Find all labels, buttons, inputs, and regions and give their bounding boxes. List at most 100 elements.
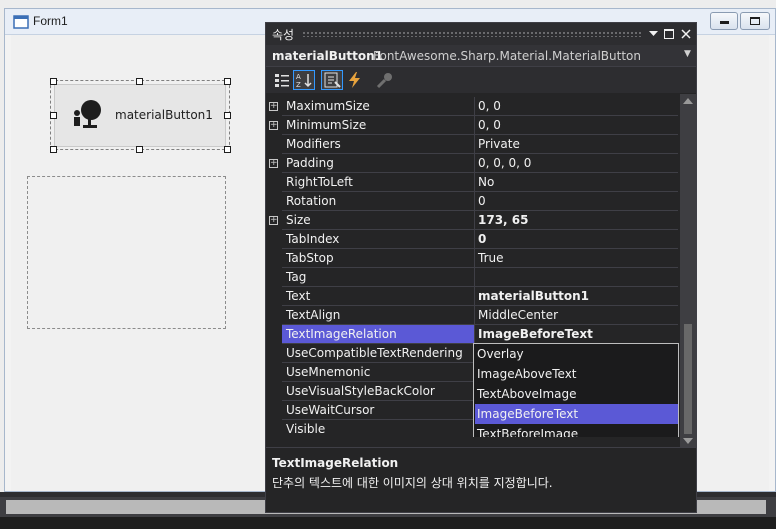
form1-title: Form1 bbox=[33, 14, 68, 28]
object-selector[interactable]: materialButton1 FontAwesome.Sharp.Materi… bbox=[266, 45, 696, 67]
maximize-button[interactable] bbox=[662, 26, 676, 42]
property-name[interactable]: Rotation bbox=[282, 192, 474, 211]
property-value[interactable]: 0 bbox=[474, 192, 678, 211]
property-name[interactable]: MaximumSize bbox=[282, 97, 474, 116]
property-value[interactable]: materialButton1 bbox=[474, 287, 678, 306]
property-row[interactable]: RightToLeft No bbox=[266, 173, 678, 192]
property-row[interactable]: + MinimumSize 0, 0 bbox=[266, 116, 678, 135]
property-value-text: True bbox=[478, 251, 504, 265]
property-value[interactable]: Private bbox=[474, 135, 678, 154]
property-name[interactable]: TextAlign bbox=[282, 306, 474, 325]
dropdown-option[interactable]: ImageBeforeText bbox=[475, 404, 678, 424]
property-row[interactable]: TabStop True bbox=[266, 249, 678, 268]
property-value[interactable]: MiddleCenter bbox=[474, 306, 678, 325]
row-gutter bbox=[266, 249, 282, 268]
drag-grip[interactable] bbox=[302, 31, 642, 37]
scroll-up-arrow-icon[interactable] bbox=[683, 98, 693, 104]
properties-button[interactable] bbox=[321, 70, 343, 90]
resize-grip-e[interactable] bbox=[224, 112, 231, 119]
resize-grip-s[interactable] bbox=[136, 146, 143, 153]
property-name[interactable]: Tag bbox=[282, 268, 474, 287]
property-grid[interactable]: + MaximumSize 0, 0 + MinimumSize 0, 0 Modifier… bbox=[266, 94, 680, 437]
property-value-text: 173, 65 bbox=[478, 213, 529, 227]
panel-control[interactable] bbox=[27, 176, 226, 329]
resize-grip-w[interactable] bbox=[50, 112, 57, 119]
chevron-down-icon[interactable]: ▼ bbox=[684, 49, 691, 59]
property-name[interactable]: UseVisualStyleBackColor bbox=[282, 382, 474, 401]
row-gutter: + bbox=[266, 97, 282, 116]
property-row[interactable]: + Size 173, 65 bbox=[266, 211, 678, 230]
property-value-text: 0, 0, 0, 0 bbox=[478, 156, 532, 170]
property-row[interactable]: + Padding 0, 0, 0, 0 bbox=[266, 154, 678, 173]
property-row[interactable]: Modifiers Private bbox=[266, 135, 678, 154]
maximize-button[interactable] bbox=[740, 12, 770, 30]
alphabetical-button[interactable]: A Z bbox=[293, 70, 315, 90]
row-gutter: + bbox=[266, 116, 282, 135]
dropdown-option[interactable]: Overlay bbox=[475, 344, 678, 364]
property-row[interactable]: + MaximumSize 0, 0 bbox=[266, 97, 678, 116]
dropdown-option[interactable]: TextBeforeImage bbox=[475, 424, 678, 437]
property-value-text: 0, 0 bbox=[478, 99, 501, 113]
property-name[interactable]: Padding bbox=[282, 154, 474, 173]
property-name[interactable]: UseCompatibleTextRendering bbox=[282, 344, 474, 363]
property-row[interactable]: TextAlign MiddleCenter bbox=[266, 306, 678, 325]
property-name[interactable]: UseMnemonic bbox=[282, 363, 474, 382]
dropdown-option[interactable]: TextAboveImage bbox=[475, 384, 678, 404]
property-name[interactable]: Modifiers bbox=[282, 135, 474, 154]
expand-plus-icon[interactable]: + bbox=[269, 159, 278, 168]
property-name[interactable]: RightToLeft bbox=[282, 173, 474, 192]
property-value[interactable]: ImageBeforeText▼ bbox=[474, 325, 678, 344]
resize-grip-se[interactable] bbox=[224, 146, 231, 153]
property-name[interactable]: TabStop bbox=[282, 249, 474, 268]
properties-titlebar[interactable]: 속성 bbox=[266, 23, 696, 45]
dropdown-arrow-icon bbox=[648, 31, 658, 36]
close-button[interactable] bbox=[679, 26, 693, 42]
resize-grip-sw[interactable] bbox=[50, 146, 57, 153]
minimize-button[interactable] bbox=[710, 12, 738, 30]
scroll-down-arrow-icon[interactable] bbox=[683, 438, 693, 444]
property-name[interactable]: Visible bbox=[282, 420, 474, 437]
property-pages-button[interactable] bbox=[374, 70, 396, 90]
enum-dropdown-list[interactable]: Overlay ImageAboveText TextAboveImage Image… bbox=[473, 343, 679, 437]
row-gutter bbox=[266, 401, 282, 420]
window-position-button[interactable] bbox=[646, 26, 660, 42]
properties-toolbar: A Z bbox=[266, 67, 696, 93]
property-value[interactable] bbox=[474, 268, 678, 287]
property-value[interactable]: 0 bbox=[474, 230, 678, 249]
row-gutter bbox=[266, 325, 282, 344]
dropdown-option[interactable]: ImageAboveText bbox=[475, 364, 678, 384]
expand-plus-icon[interactable]: + bbox=[269, 121, 278, 130]
row-gutter bbox=[266, 306, 282, 325]
property-name[interactable]: Size bbox=[282, 211, 474, 230]
property-name[interactable]: MinimumSize bbox=[282, 116, 474, 135]
property-name[interactable]: UseWaitCursor bbox=[282, 401, 474, 420]
properties-window[interactable]: 속성 materialButton1 FontAwesome.Sharp.Mat… bbox=[265, 22, 697, 513]
material-button[interactable]: materialButton1 bbox=[54, 84, 226, 147]
property-value[interactable]: 0, 0 bbox=[474, 116, 678, 135]
description-text: 단추의 텍스트에 대한 이미지의 상대 위치를 지정합니다. bbox=[272, 476, 553, 490]
property-value[interactable]: True bbox=[474, 249, 678, 268]
property-value[interactable]: 0, 0, 0, 0 bbox=[474, 154, 678, 173]
property-row[interactable]: Tag bbox=[266, 268, 678, 287]
property-value[interactable]: No bbox=[474, 173, 678, 192]
maximize-icon bbox=[664, 29, 674, 39]
events-button[interactable] bbox=[344, 70, 366, 90]
resize-grip-nw[interactable] bbox=[50, 78, 57, 85]
property-name[interactable]: Text bbox=[282, 287, 474, 306]
vertical-scrollbar[interactable] bbox=[680, 94, 696, 447]
property-value[interactable]: 173, 65 bbox=[474, 211, 678, 230]
property-value[interactable]: 0, 0 bbox=[474, 97, 678, 116]
property-name[interactable]: TextImageRelation bbox=[282, 325, 474, 344]
vertical-scrollbar-thumb[interactable] bbox=[684, 324, 692, 434]
expand-plus-icon[interactable]: + bbox=[269, 216, 278, 225]
resize-grip-ne[interactable] bbox=[224, 78, 231, 85]
property-row[interactable]: TabIndex 0 bbox=[266, 230, 678, 249]
property-row[interactable]: Text materialButton1 bbox=[266, 287, 678, 306]
property-row[interactable]: TextImageRelationImageBeforeText▼ bbox=[266, 325, 678, 344]
resize-grip-n[interactable] bbox=[136, 78, 143, 85]
row-gutter bbox=[266, 287, 282, 306]
categorized-button[interactable] bbox=[271, 70, 293, 90]
expand-plus-icon[interactable]: + bbox=[269, 102, 278, 111]
property-row[interactable]: Rotation 0 bbox=[266, 192, 678, 211]
property-name[interactable]: TabIndex bbox=[282, 230, 474, 249]
